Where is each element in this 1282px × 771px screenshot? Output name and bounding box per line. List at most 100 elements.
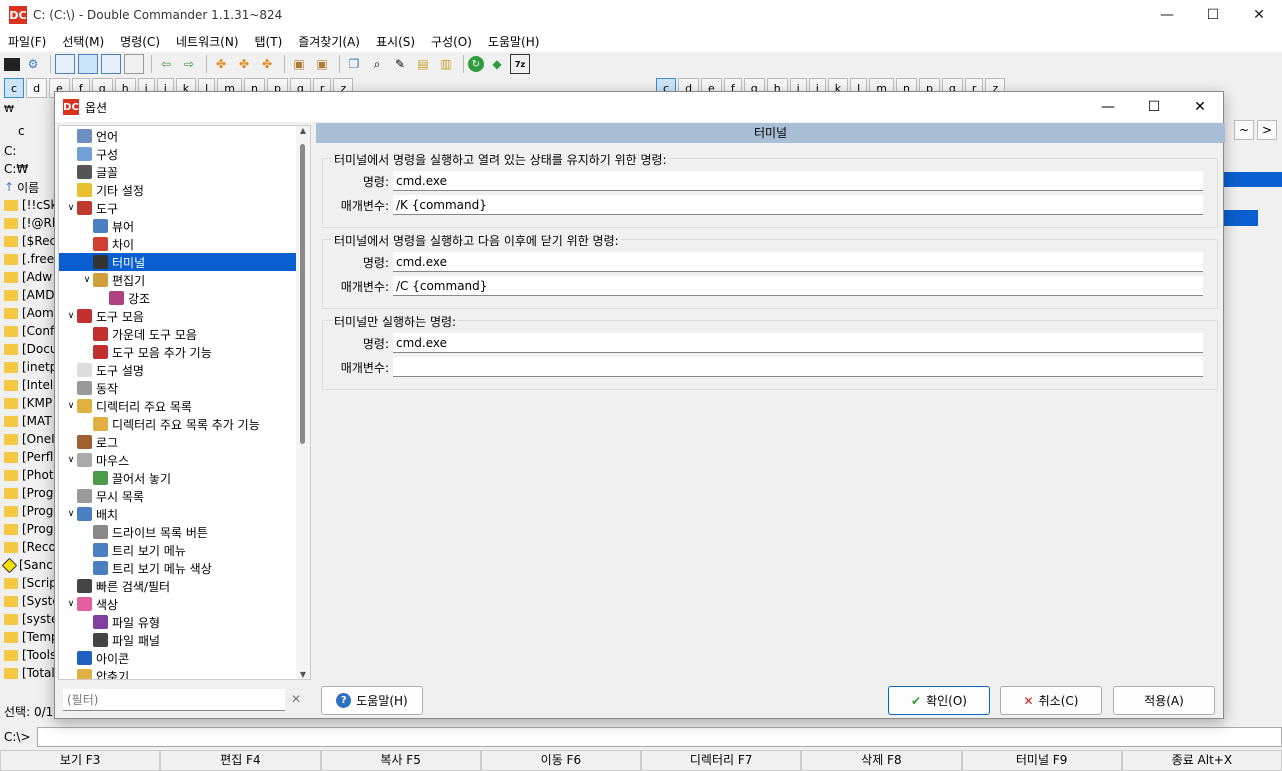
tree-item[interactable]: 가운데 도구 모음 (59, 325, 297, 343)
next-button[interactable]: > (1257, 120, 1277, 140)
file-list-item[interactable]: [syste (0, 610, 56, 628)
view-f3-button[interactable]: 보기 F3 (0, 750, 161, 771)
unpack-icon[interactable]: ▣ (312, 54, 332, 74)
expand-chevron-icon[interactable]: ∨ (65, 401, 77, 411)
tree-item[interactable]: 기타 설정 (59, 181, 297, 199)
file-list-item[interactable]: [Temp (0, 628, 56, 646)
menu-help[interactable]: 도움말(H) (480, 33, 548, 50)
file-list-item[interactable]: [Phot (0, 466, 56, 484)
expand-chevron-icon[interactable]: ∨ (81, 275, 93, 285)
left-header-name[interactable]: ↑ 이름 (0, 178, 56, 196)
file-list-item[interactable]: [MAT (0, 412, 56, 430)
file-list-item[interactable]: [Conf (0, 322, 56, 340)
file-list-item[interactable]: [inetp (0, 358, 56, 376)
close-after-params-input[interactable]: /C {command} (393, 276, 1203, 296)
file-list-item[interactable]: [Scrip (0, 574, 56, 592)
move-f6-button[interactable]: 이동 F6 (480, 750, 641, 771)
expand-chevron-icon[interactable]: ∨ (65, 311, 77, 321)
unselect-group-icon[interactable]: ✤ (234, 54, 254, 74)
menu-tabs[interactable]: 탭(T) (247, 33, 291, 50)
tree-item[interactable]: 터미널 (59, 253, 297, 271)
tree-item[interactable]: 끌어서 놓기 (59, 469, 297, 487)
file-list-item[interactable]: [KMP (0, 394, 56, 412)
file-list-item[interactable]: [Syste (0, 592, 56, 610)
invert-selection-icon[interactable]: ✤ (257, 54, 277, 74)
tree-item[interactable]: 아이콘 (59, 649, 297, 667)
file-list-item[interactable]: [Prog (0, 484, 56, 502)
expand-chevron-icon[interactable]: ∨ (65, 455, 77, 465)
file-list-item[interactable]: [Adw (0, 268, 56, 286)
file-list-item[interactable]: [!!cSk (0, 196, 56, 214)
tree-item[interactable]: 압축기 (59, 667, 297, 679)
history-button[interactable]: ~ (1234, 120, 1254, 140)
select-group-icon[interactable]: ✤ (211, 54, 231, 74)
tree-item[interactable]: 파일 패널 (59, 631, 297, 649)
dialog-maximize-button[interactable]: ☐ (1131, 92, 1177, 122)
left-tab[interactable]: c (0, 122, 56, 140)
notepad-icon[interactable]: ◆ (487, 54, 507, 74)
terminal-icon[interactable] (4, 57, 20, 71)
tree-item[interactable]: 트리 보기 메뉴 (59, 541, 297, 559)
file-list-item[interactable]: [Prog (0, 502, 56, 520)
file-list-item[interactable]: [Docu (0, 340, 56, 358)
7zip-icon[interactable]: 7z (510, 54, 530, 74)
tree-scroll-thumb[interactable] (300, 144, 305, 444)
cancel-button[interactable]: ✕ 취소(C) (1000, 686, 1102, 715)
command-line-input[interactable] (36, 727, 1282, 747)
file-list-item[interactable]: [Reco (0, 538, 56, 556)
tree-item[interactable]: 도구 설명 (59, 361, 297, 379)
keep-open-params-input[interactable]: /K {command} (393, 195, 1203, 215)
tree-filter-input[interactable]: (필터) (63, 689, 285, 711)
tree-scrollbar[interactable]: ▲ ▼ (296, 126, 310, 679)
tree-item[interactable]: 동작 (59, 379, 297, 397)
gear-icon[interactable]: ⚙ (23, 54, 43, 74)
tree-item[interactable]: ∨ 도구 (59, 199, 297, 217)
file-list-item[interactable]: [Total (0, 664, 56, 682)
delete-f8-button[interactable]: 삭제 F8 (801, 750, 962, 771)
tree-item[interactable]: 강조 (59, 289, 297, 307)
tree-item[interactable]: ∨ 색상 (59, 595, 297, 613)
tree-item[interactable]: 로그 (59, 433, 297, 451)
file-list-item[interactable]: [AMD (0, 286, 56, 304)
tree-item[interactable]: 디렉터리 주요 목록 추가 기능 (59, 415, 297, 433)
tree-item[interactable]: 도구 모음 추가 기능 (59, 343, 297, 361)
forward-arrow-icon[interactable]: ⇨ (179, 54, 199, 74)
tree-item[interactable]: ∨ 디렉터리 주요 목록 (59, 397, 297, 415)
expand-chevron-icon[interactable]: ∨ (65, 509, 77, 519)
refresh-icon[interactable]: ↻ (468, 56, 484, 72)
left-drive-d[interactable]: d (26, 78, 48, 98)
ok-button[interactable]: ✔ 확인(O) (888, 686, 990, 715)
file-list-item[interactable]: [Intel (0, 376, 56, 394)
thumbnail-view-icon[interactable] (101, 54, 121, 74)
search-icon[interactable]: ⌕ (367, 54, 387, 74)
exit-altx-button[interactable]: 종료 Alt+X (1121, 750, 1282, 771)
tree-item[interactable]: 차이 (59, 235, 297, 253)
menu-network[interactable]: 네트워크(N) (168, 33, 247, 50)
file-list-item[interactable]: [Perfl (0, 448, 56, 466)
menu-favorites[interactable]: 즐겨찾기(A) (290, 33, 368, 50)
help-button[interactable]: ? 도움말(H) (321, 686, 423, 715)
close-after-command-input[interactable]: cmd.exe (393, 252, 1203, 272)
tree-item[interactable]: 드라이브 목록 버튼 (59, 523, 297, 541)
mkdir-f7-button[interactable]: 디렉터리 F7 (641, 750, 802, 771)
clear-filter-icon[interactable]: ✕ (291, 692, 309, 710)
menu-file[interactable]: 파일(F) (0, 33, 54, 50)
sync-dirs-icon[interactable]: ▤ (413, 54, 433, 74)
tree-item[interactable]: 글꼴 (59, 163, 297, 181)
copy-f5-button[interactable]: 복사 F5 (320, 750, 481, 771)
tree-item[interactable]: 구성 (59, 145, 297, 163)
file-list-item[interactable]: [Aom (0, 304, 56, 322)
edit-f4-button[interactable]: 편집 F4 (160, 750, 321, 771)
apply-button[interactable]: 적용(A) (1113, 686, 1215, 715)
copy-to-other-icon[interactable]: ▥ (436, 54, 456, 74)
expand-chevron-icon[interactable]: ∨ (65, 599, 77, 609)
tree-item[interactable]: ∨ 배치 (59, 505, 297, 523)
file-list-item[interactable]: [.free (0, 250, 56, 268)
keep-open-command-input[interactable]: cmd.exe (393, 171, 1203, 191)
dialog-minimize-button[interactable]: — (1085, 92, 1131, 122)
menu-commands[interactable]: 명령(C) (112, 33, 168, 50)
scroll-up-icon[interactable]: ▲ (296, 126, 310, 135)
tree-item[interactable]: 트리 보기 메뉴 색상 (59, 559, 297, 577)
left-drive-c[interactable]: c (4, 78, 25, 98)
file-list-item[interactable]: [Tools (0, 646, 56, 664)
